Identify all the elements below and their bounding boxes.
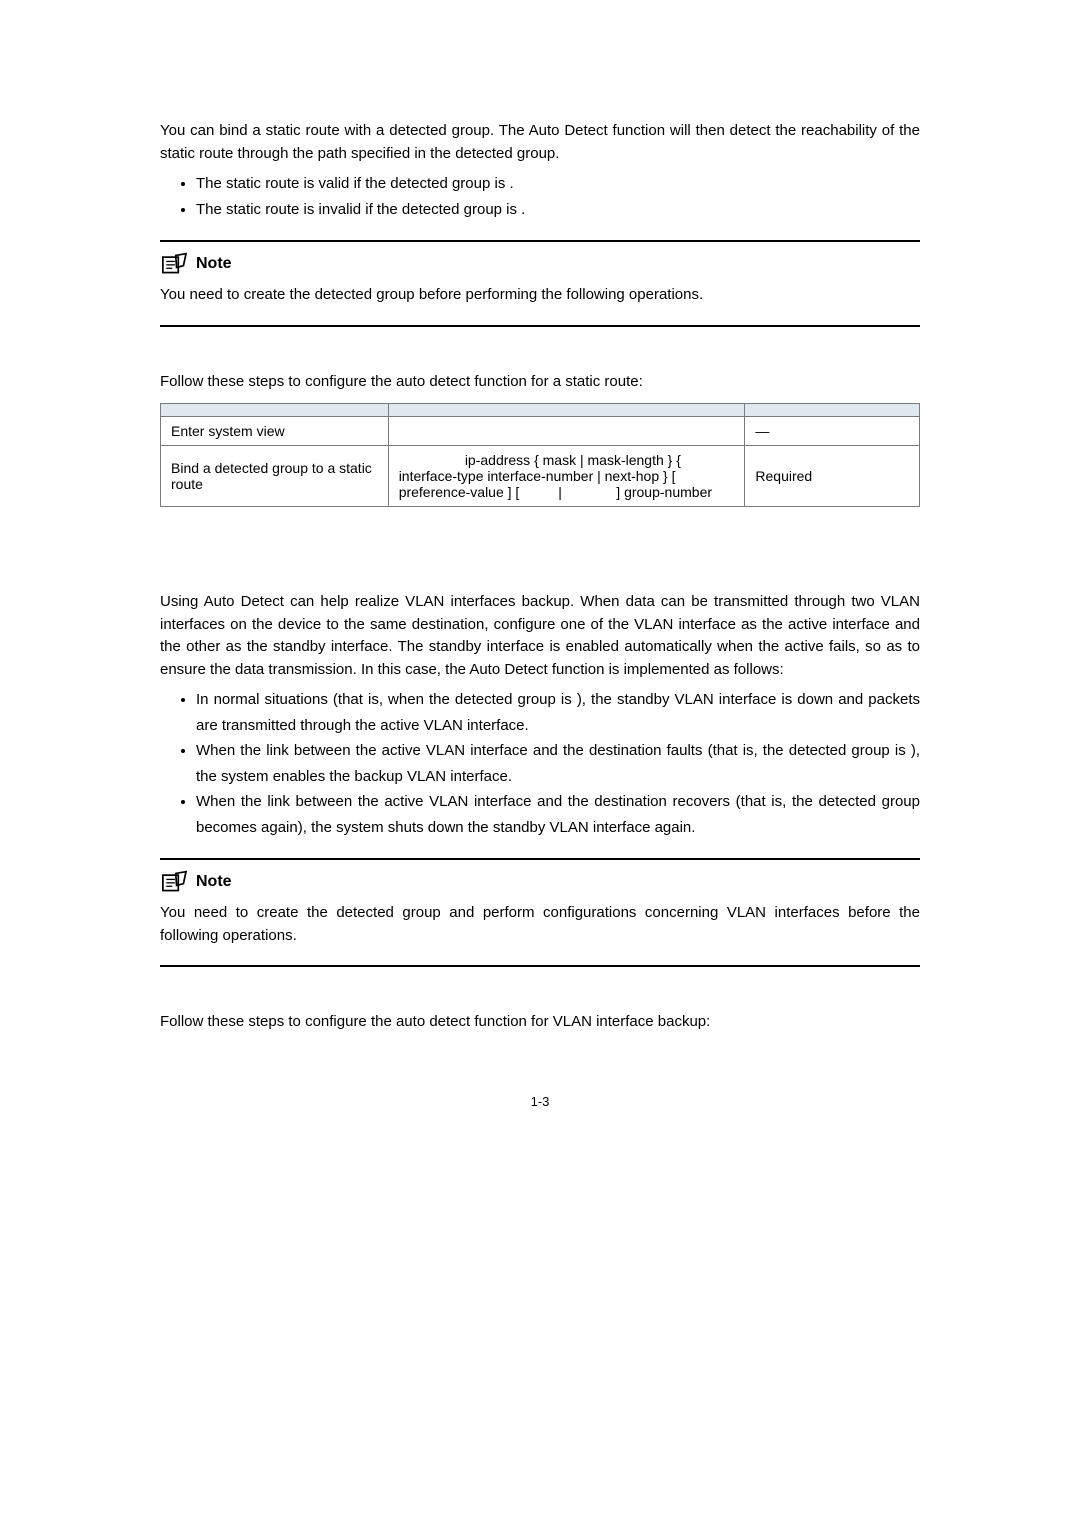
note-icon (160, 870, 188, 894)
intro-bullet-2: The static route is invalid if the detec… (196, 197, 920, 223)
table-caption: Follow these steps to configure the auto… (160, 371, 920, 394)
note-text-1: You need to create the detected group be… (160, 284, 920, 307)
note-label: Note (196, 255, 232, 273)
table-header-1 (161, 404, 389, 417)
note-text-2: You need to create the detected group an… (160, 902, 920, 947)
intro-bullet-1: The static route is valid if the detecte… (196, 171, 920, 197)
vlan-bullet-1: In normal situations (that is, when the … (196, 687, 920, 738)
table-row: Bind a detected group to a static route … (161, 446, 920, 507)
vlan-bullet-2: When the link between the active VLAN in… (196, 738, 920, 789)
table-row: Enter system view — (161, 417, 920, 446)
divider (160, 965, 920, 967)
vlan-bullet-3: When the link between the active VLAN in… (196, 789, 920, 840)
note-block-1: Note (160, 252, 920, 276)
intro-paragraph: You can bind a static route with a detec… (160, 120, 920, 165)
divider (160, 240, 920, 242)
divider (160, 858, 920, 860)
page-number: 1-3 (160, 1094, 920, 1109)
page-container: You can bind a static route with a detec… (0, 0, 1080, 1169)
cell-r2c1: Bind a detected group to a static route (161, 446, 389, 507)
config-table: Enter system view — Bind a detected grou… (160, 403, 920, 507)
intro-bullets: The static route is valid if the detecte… (160, 171, 920, 222)
note-icon (160, 252, 188, 276)
cell-r2c2: ip-address { mask | mask-length } { inte… (388, 446, 745, 507)
note-block-2: Note (160, 870, 920, 894)
cell-r1c2 (388, 417, 745, 446)
note-label: Note (196, 873, 232, 891)
table-header-3 (745, 404, 920, 417)
cell-r1c3: — (745, 417, 920, 446)
table-header-2 (388, 404, 745, 417)
cell-r2c3: Required (745, 446, 920, 507)
cell-r1c1: Enter system view (161, 417, 389, 446)
vlan-paragraph: Using Auto Detect can help realize VLAN … (160, 591, 920, 681)
divider (160, 325, 920, 327)
vlan-bullets: In normal situations (that is, when the … (160, 687, 920, 840)
closing-paragraph: Follow these steps to configure the auto… (160, 1011, 920, 1034)
